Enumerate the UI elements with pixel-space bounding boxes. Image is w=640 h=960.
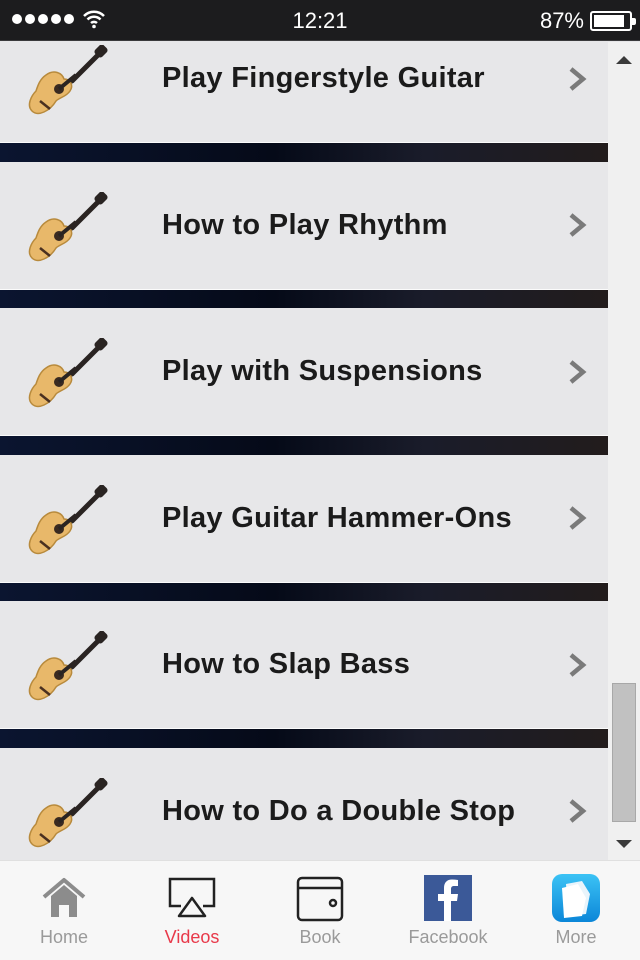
list-item[interactable]: How to Play Rhythm [0,161,608,290]
guitar-icon [26,337,110,412]
status-right: 87% [539,8,636,34]
tab-facebook[interactable]: Facebook [384,861,512,960]
tab-label: Book [299,927,341,947]
scroll-up-arrow-icon[interactable] [616,56,632,64]
video-list[interactable]: Play Fingerstyle Guitar How to Play Rhyt… [0,42,608,860]
list-item-label: Play with Suspensions [162,355,483,387]
chevron-right-icon [566,798,588,824]
chevron-right-icon [566,212,588,238]
guitar-icon [26,483,110,559]
tab-videos[interactable]: Videos [128,861,256,960]
guitar-icon [26,776,110,852]
tab-label: Home [39,927,88,947]
tab-label: Videos [164,927,220,947]
list-item[interactable]: How to Do a Double Stop [0,747,608,860]
battery-fill [594,15,624,27]
list-item-label: Play Fingerstyle Guitar [162,62,485,94]
more-pages-icon [550,873,602,923]
tab-book[interactable]: Book [256,861,384,960]
video-list-inner: Play Fingerstyle Guitar How to Play Rhyt… [0,42,608,860]
facebook-icon [422,873,474,923]
chevron-right-icon [566,652,588,678]
list-item-label: Play Guitar Hammer-Ons [162,501,512,534]
list-item[interactable]: How to Slap Bass [0,601,608,729]
guitar-icon [26,190,110,266]
scroll-thumb[interactable] [612,683,636,822]
battery-percent: 87% [539,8,584,33]
scrollbar[interactable] [608,42,640,860]
battery-icon [590,11,636,31]
list-item[interactable]: Play Guitar Hammer-Ons [0,454,608,583]
list-item-label: How to Slap Bass [162,648,411,680]
guitar-icon [26,44,110,119]
airplay-icon [166,873,218,923]
chevron-right-icon [566,505,588,531]
list-item-label: How to Do a Double Stop [162,794,516,827]
chevron-right-icon [566,66,588,92]
tab-label: More [555,927,597,947]
list-item[interactable]: Play Fingerstyle Guitar [0,42,608,143]
tab-bar: Home Videos Book Facebook More [0,860,640,960]
chevron-right-icon [566,359,588,385]
home-icon [38,873,90,923]
app-screen: 12:21 87% Play Fingerstyle Guitar How to… [0,0,640,960]
tab-home[interactable]: Home [0,861,128,960]
status-bar: 12:21 87% [0,0,640,41]
scroll-down-arrow-icon[interactable] [616,840,632,848]
guitar-icon [26,630,110,705]
wallet-icon [294,873,346,923]
list-item[interactable]: Play with Suspensions [0,308,608,436]
list-item-label: How to Play Rhythm [162,208,448,241]
tab-more[interactable]: More [512,861,640,960]
tab-label: Facebook [408,927,488,947]
